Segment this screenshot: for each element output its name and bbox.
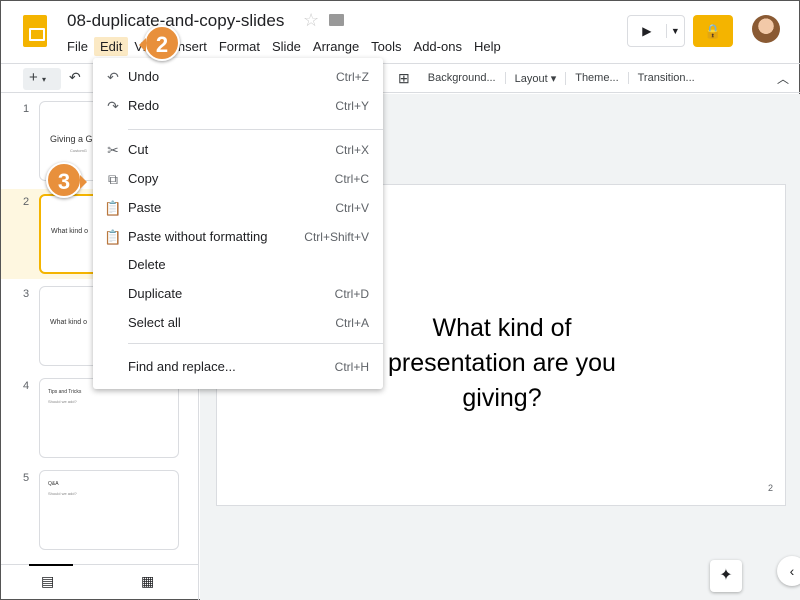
- menu-item-label: Paste: [128, 200, 162, 215]
- toolbar-layout-button[interactable]: Layout ▾: [506, 71, 567, 85]
- thumbnail-title: Tips and Tricks: [48, 389, 82, 395]
- slide-thumbnail[interactable]: Tips and Tricks Should we add?: [39, 378, 179, 458]
- menu-item-shortcut: Ctrl+H: [334, 360, 369, 374]
- step-3-callout: 3: [46, 162, 87, 198]
- present-button[interactable]: ▶ ▼: [627, 15, 685, 47]
- menu-item-label: Copy: [128, 171, 159, 186]
- present-icon[interactable]: ▶: [628, 24, 667, 38]
- thumbnail-subtitle: Should we add?: [48, 399, 77, 404]
- slide-number: 1: [23, 103, 30, 115]
- menu-item-shortcut: Ctrl+V: [335, 201, 369, 215]
- paste-icon: 📋: [104, 200, 122, 216]
- share-button[interactable]: 🔒: [693, 15, 733, 47]
- undo-icon[interactable]: ↶: [69, 69, 81, 86]
- slides-logo[interactable]: [23, 15, 47, 47]
- menu-divider: [128, 343, 383, 344]
- paste-plain-icon: 📋: [104, 229, 122, 245]
- menu-item-label: Redo: [128, 98, 160, 113]
- menu-item-label: Paste without formatting: [128, 229, 268, 244]
- toolbar-background-button[interactable]: Background...: [419, 72, 506, 84]
- menu-tools[interactable]: Tools: [365, 37, 407, 56]
- menu-item-shortcut: Ctrl+X: [335, 143, 369, 157]
- slide-number: 5: [23, 472, 30, 484]
- menu-add-ons[interactable]: Add-ons: [408, 37, 468, 56]
- menu-item-label: Undo: [128, 69, 160, 84]
- menu-item-find-and-replace[interactable]: Find and replace... Ctrl+H: [93, 354, 383, 380]
- menu-item-select-all[interactable]: Select all Ctrl+A: [93, 310, 383, 336]
- explore-icon[interactable]: ✦: [710, 560, 742, 592]
- menu-item-label: Select all: [128, 315, 181, 330]
- menu-item-label: Cut: [128, 142, 149, 157]
- thumbnail-subtitle: Should we add?: [48, 491, 77, 496]
- menu-item-paste[interactable]: 📋 Paste Ctrl+V: [93, 195, 383, 221]
- filmstrip-footer: ▤ ▦: [1, 564, 199, 600]
- avatar[interactable]: [752, 15, 780, 43]
- comment-icon[interactable]: ⊞: [389, 70, 419, 87]
- menu-edit[interactable]: Edit: [93, 37, 129, 56]
- menu-slide[interactable]: Slide: [266, 37, 307, 56]
- chevron-down-icon[interactable]: ▼: [667, 26, 684, 36]
- menu-item-shortcut: Ctrl+D: [334, 287, 369, 301]
- menu-item-shortcut: Ctrl+A: [335, 316, 369, 330]
- side-panel-toggle-icon[interactable]: ‹: [777, 556, 800, 586]
- copy-icon: ⧉: [108, 171, 118, 187]
- slide-thumbnail[interactable]: Q&A Should we add?: [39, 470, 179, 550]
- redo-icon: ↷: [107, 98, 119, 114]
- menu-item-shortcut: Ctrl+C: [334, 172, 369, 186]
- step-2-callout: 2: [139, 25, 180, 61]
- filmstrip-view-icon[interactable]: ▤: [41, 573, 54, 590]
- menu-item-shortcut: Ctrl+Y: [335, 99, 369, 113]
- menu-item-label: Delete: [128, 257, 166, 272]
- new-slide-button[interactable]: + ▾: [23, 68, 61, 90]
- cut-icon: ✂: [107, 142, 119, 158]
- toolbar-theme-button[interactable]: Theme...: [566, 72, 629, 84]
- slide-number: 4: [23, 380, 30, 392]
- menu-item-paste-without-formatting[interactable]: 📋 Paste without formatting Ctrl+Shift+V: [93, 224, 383, 250]
- thumbnail-subtitle: CustomG: [70, 148, 87, 153]
- menu-item-label: Find and replace...: [128, 359, 236, 374]
- menubar: FileEditViewInsertFormatSlideArrangeTool…: [61, 37, 507, 56]
- folder-icon[interactable]: [329, 14, 344, 26]
- menu-divider: [128, 129, 383, 130]
- menu-item-copy[interactable]: ⧉ Copy Ctrl+C: [93, 166, 383, 192]
- thumbnail-title: Giving a G: [50, 134, 93, 144]
- slide-number: 2: [767, 483, 773, 493]
- active-view-indicator: [29, 564, 73, 566]
- menu-item-delete[interactable]: Delete: [93, 252, 383, 278]
- menu-help[interactable]: Help: [468, 37, 507, 56]
- star-icon[interactable]: ☆: [303, 10, 319, 31]
- toolbar-transition-button[interactable]: Transition...: [629, 72, 704, 84]
- menu-format[interactable]: Format: [213, 37, 266, 56]
- document-title[interactable]: 08-duplicate-and-copy-slides: [67, 11, 284, 31]
- undo-icon: ↶: [107, 69, 119, 85]
- menu-item-undo[interactable]: ↶ Undo Ctrl+Z: [93, 64, 383, 90]
- thumbnail-title: What kind o: [51, 228, 88, 235]
- menu-arrange[interactable]: Arrange: [307, 37, 365, 56]
- edit-menu: ↶ Undo Ctrl+Z ↷ Redo Ctrl+Y ✂ Cut Ctrl+X ⧉ Copy Ctr…: [93, 58, 383, 389]
- menu-item-redo[interactable]: ↷ Redo Ctrl+Y: [93, 93, 383, 119]
- collapse-icon[interactable]: ︿: [777, 70, 789, 87]
- grid-view-icon[interactable]: ▦: [141, 573, 154, 590]
- menu-file[interactable]: File: [61, 37, 94, 56]
- thumbnail-title: Q&A: [48, 481, 59, 487]
- menu-item-label: Duplicate: [128, 286, 183, 301]
- slide-number: 3: [23, 288, 30, 300]
- slide-number: 2: [23, 196, 30, 208]
- thumbnail-title: What kind o: [50, 319, 87, 326]
- menu-item-cut[interactable]: ✂ Cut Ctrl+X: [93, 137, 383, 163]
- toolbar-items: ⊞ Background... Layout ▾ Theme... Transitio…: [389, 64, 704, 92]
- menu-item-duplicate[interactable]: Duplicate Ctrl+D: [93, 281, 383, 307]
- menu-item-shortcut: Ctrl+Shift+V: [304, 230, 369, 244]
- menu-item-shortcut: Ctrl+Z: [336, 70, 369, 84]
